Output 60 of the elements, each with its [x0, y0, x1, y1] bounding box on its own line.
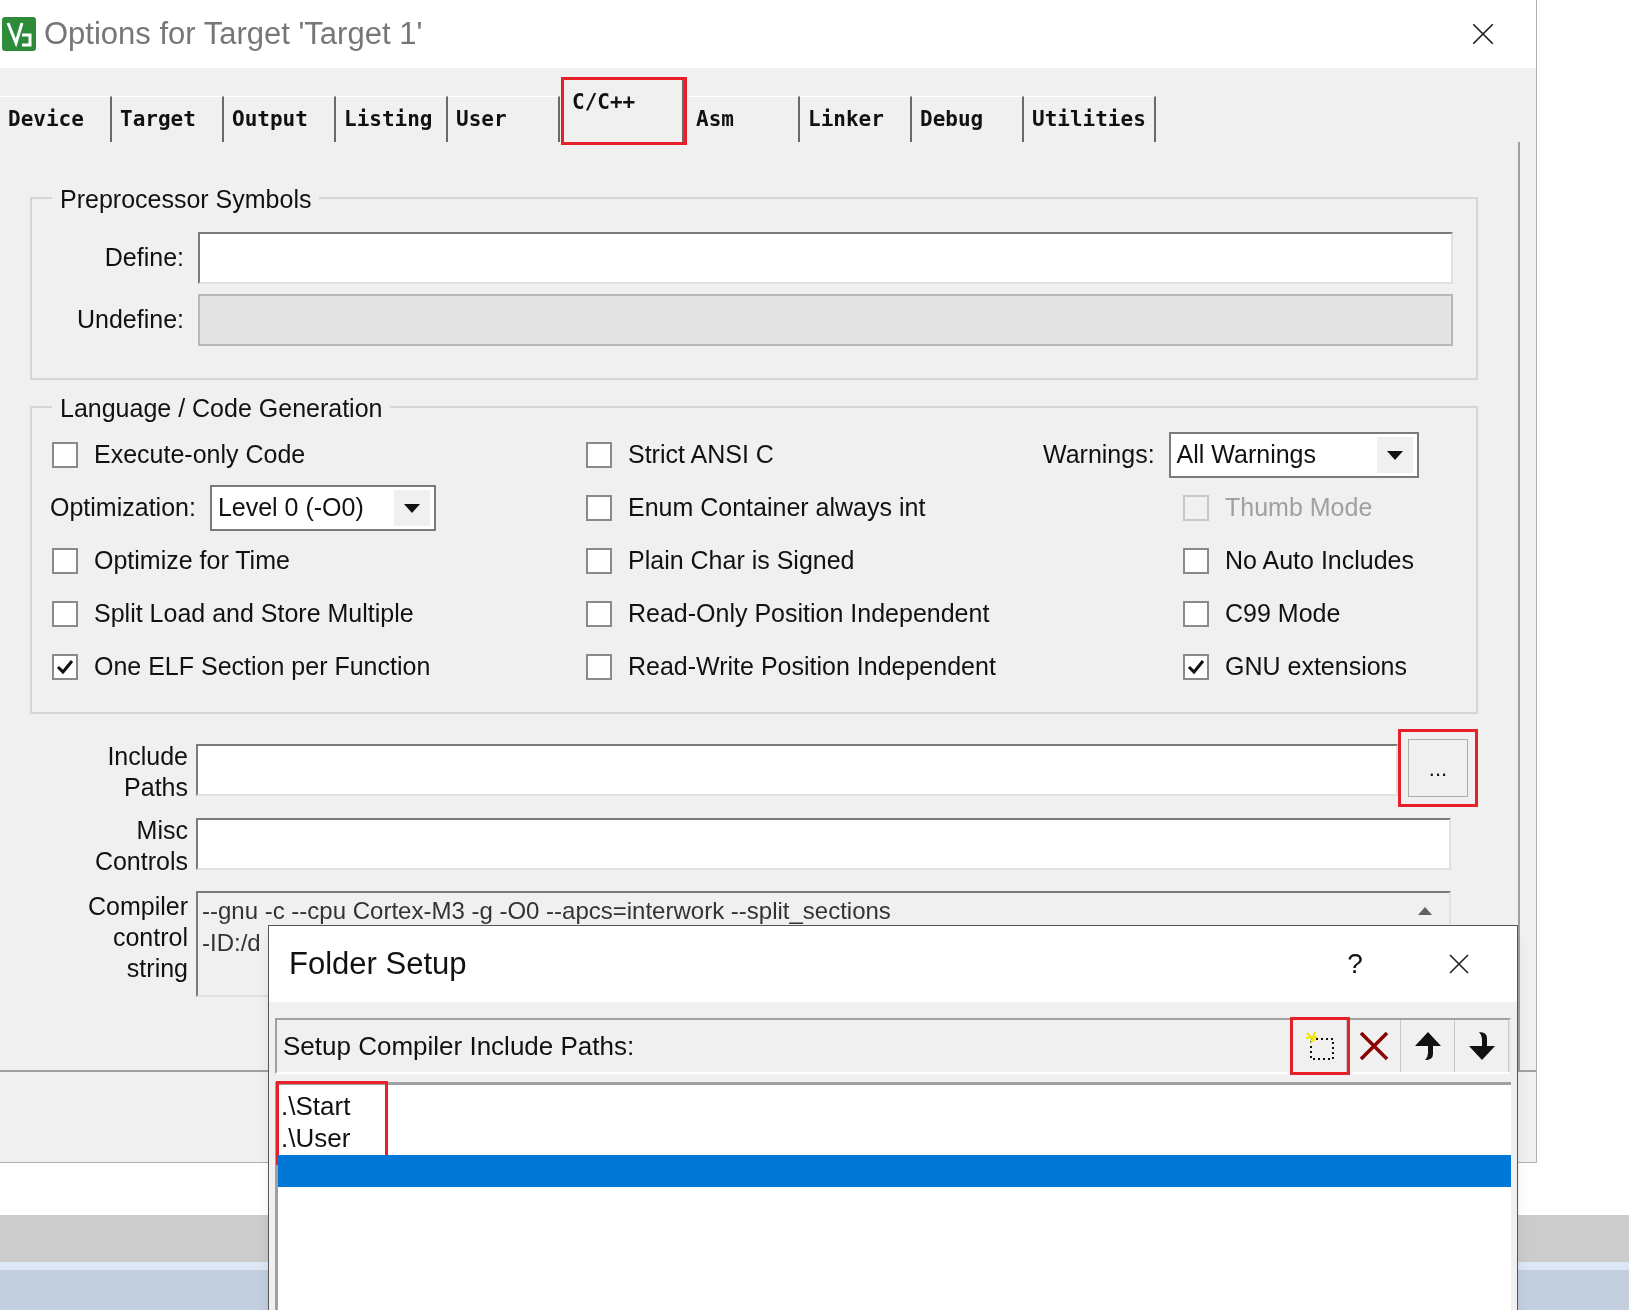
- dropdown[interactable]: All Warnings: [1168, 431, 1419, 478]
- dropdown-label: Optimization:: [50, 491, 196, 523]
- checkbox[interactable]: [1183, 547, 1209, 574]
- close-icon[interactable]: [1470, 21, 1496, 47]
- checkbox[interactable]: [586, 600, 612, 627]
- tab[interactable]: Debug: [912, 96, 1024, 142]
- dialog-title: Folder Setup: [289, 944, 467, 983]
- checkbox[interactable]: [1183, 653, 1209, 680]
- checkbox[interactable]: [1183, 600, 1209, 627]
- checkbox-label: Strict ANSI C: [628, 438, 774, 470]
- checkbox-label: Optimize for Time: [94, 544, 290, 576]
- help-button[interactable]: ?: [1335, 943, 1375, 985]
- checkmark-icon: [1187, 658, 1205, 675]
- input-field[interactable]: [196, 818, 1451, 870]
- toolbar-label: Setup Compiler Include Paths:: [283, 1029, 635, 1063]
- checkbox[interactable]: [586, 494, 612, 521]
- path-item[interactable]: .\User: [281, 1122, 385, 1154]
- checkbox[interactable]: [586, 653, 612, 680]
- misc-controls-label: Misc Controls: [93, 815, 189, 877]
- dropdown-label: Warnings:: [1043, 438, 1155, 470]
- checkbox-label: Read-Only Position Independent: [628, 597, 990, 629]
- checkbox[interactable]: [586, 547, 612, 574]
- checkbox-label: Execute-only Code: [94, 438, 306, 470]
- checkbox[interactable]: [586, 441, 612, 468]
- checkbox-label: One ELF Section per Function: [94, 650, 431, 682]
- checkbox-label: Split Load and Store Multiple: [94, 597, 414, 629]
- tab[interactable]: Device: [0, 96, 112, 142]
- checkbox[interactable]: [52, 441, 78, 468]
- checkbox-label: Plain Char is Signed: [628, 544, 855, 576]
- checkbox[interactable]: [52, 653, 78, 680]
- checkbox-label: Thumb Mode: [1225, 491, 1373, 523]
- tab[interactable]: Utilities: [1024, 96, 1156, 142]
- field-label: Define:: [103, 242, 185, 274]
- field-label: Undefine:: [75, 304, 185, 336]
- browse-button[interactable]: ...: [1408, 739, 1468, 797]
- dropdown[interactable]: Level 0 (-O0): [209, 484, 436, 531]
- input-field[interactable]: [198, 232, 1453, 284]
- window-title: Options for Target 'Target 1': [44, 14, 423, 53]
- tab[interactable]: Target: [112, 96, 224, 142]
- tab[interactable]: Asm: [688, 96, 800, 142]
- checkmark-icon: [56, 658, 74, 675]
- tab[interactable]: C/C++: [564, 80, 684, 142]
- compiler-string-line: -ID:/d: [202, 928, 261, 958]
- checkbox-label: Enum Container always int: [628, 491, 926, 523]
- path-item[interactable]: .\Start: [281, 1090, 385, 1122]
- compiler-control-label: Compiler control string: [86, 891, 189, 984]
- tab[interactable]: Linker: [800, 96, 912, 142]
- include-paths-label: Include Paths: [106, 741, 189, 803]
- input-field[interactable]: [196, 744, 1398, 796]
- checkbox[interactable]: [52, 547, 78, 574]
- toolbar-button[interactable]: [1293, 1020, 1347, 1072]
- checkbox-label: C99 Mode: [1225, 597, 1341, 629]
- checkbox[interactable]: [52, 600, 78, 627]
- tab[interactable]: Output: [224, 96, 336, 142]
- tab[interactable]: Listing: [336, 96, 448, 142]
- checkbox-label: Read-Write Position Independent: [628, 650, 996, 682]
- checkbox-label: No Auto Includes: [1225, 544, 1414, 576]
- close-icon[interactable]: [1447, 952, 1471, 976]
- checkbox-label: GNU extensions: [1225, 650, 1408, 682]
- compiler-string-line: --gnu -c --cpu Cortex-M3 -g -O0 --apcs=interwork --split_sections: [202, 896, 891, 926]
